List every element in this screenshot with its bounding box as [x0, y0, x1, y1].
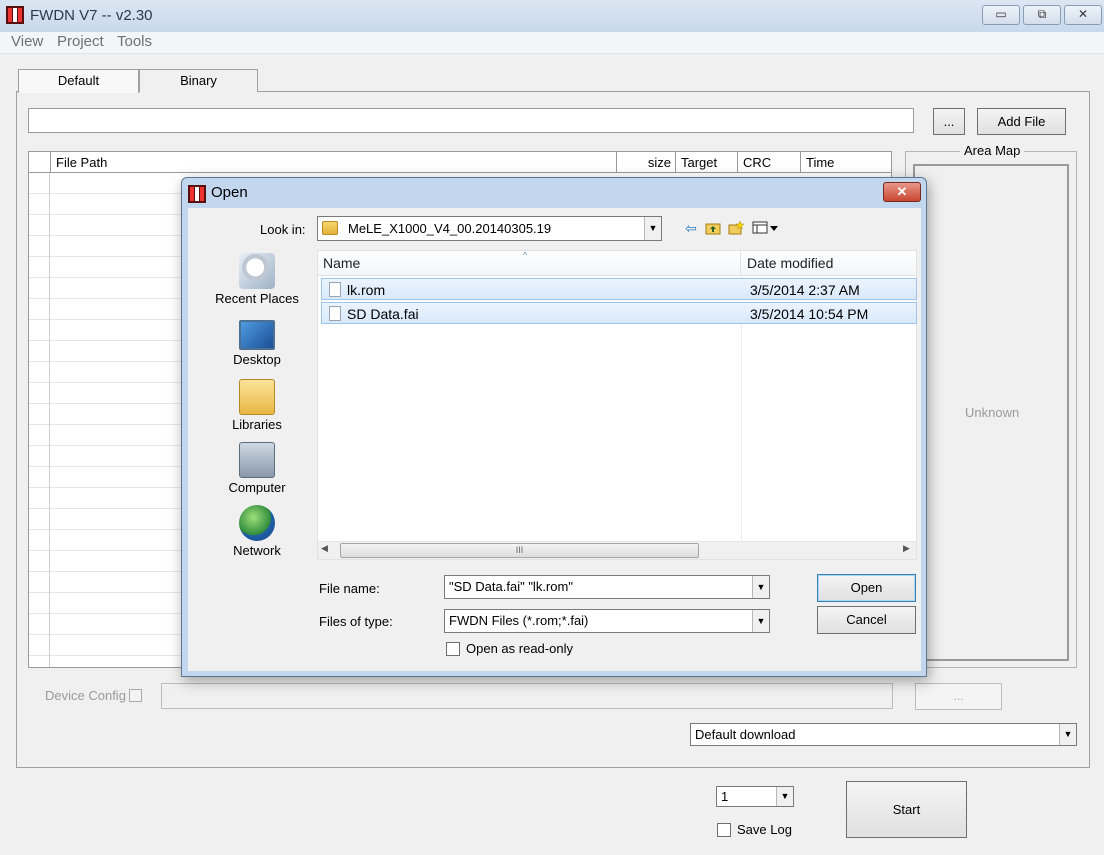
- scroll-left-icon[interactable]: ◀: [321, 543, 328, 554]
- file-list-header: Name ^ Date modified: [318, 250, 916, 276]
- file-date: 3/5/2014 10:54 PM: [750, 306, 869, 322]
- back-icon[interactable]: ⇦: [683, 220, 699, 236]
- look-in-label: Look in:: [260, 222, 306, 237]
- dialog-close-button[interactable]: ✕: [883, 182, 921, 202]
- look-in-value: MeLE_X1000_V4_00.20140305.19: [348, 221, 552, 236]
- file-path-input[interactable]: [28, 108, 914, 133]
- look-in-select[interactable]: MeLE_X1000_V4_00.20140305.19 ▼: [317, 216, 662, 241]
- chevron-down-icon[interactable]: ▼: [776, 787, 793, 806]
- device-config-label: Device Config: [45, 688, 126, 703]
- chevron-down-icon[interactable]: ▼: [1059, 724, 1076, 745]
- browse-button[interactable]: ...: [933, 108, 965, 135]
- area-map-status: Unknown: [965, 405, 1020, 420]
- chevron-down-icon[interactable]: ▼: [644, 217, 661, 240]
- dialog-app-icon: [188, 185, 206, 203]
- tab-default[interactable]: Default: [18, 69, 139, 93]
- scroll-right-icon[interactable]: ▶: [903, 543, 910, 554]
- menu-tools[interactable]: Tools: [117, 33, 152, 50]
- open-button[interactable]: Open: [817, 574, 916, 602]
- app-icon: [6, 6, 24, 24]
- place-recent-places[interactable]: Recent Places: [198, 253, 316, 306]
- view-menu-icon[interactable]: [752, 220, 782, 236]
- place-label: Network: [233, 543, 281, 558]
- save-log-label: Save Log: [737, 822, 792, 837]
- column-date-modified[interactable]: Date modified: [742, 251, 916, 276]
- device-config-checkbox[interactable]: [129, 689, 142, 702]
- file-icon: [329, 282, 341, 297]
- place-label: Desktop: [233, 352, 281, 367]
- libraries-icon: [239, 379, 275, 415]
- file-row[interactable]: SD Data.fai 3/5/2014 10:54 PM: [321, 302, 917, 324]
- file-name: SD Data.fai: [347, 306, 419, 322]
- file-name-label: File name:: [319, 581, 380, 596]
- column-time[interactable]: Time: [801, 152, 891, 173]
- area-map-title: Area Map: [960, 143, 1025, 158]
- up-folder-icon[interactable]: [705, 220, 721, 236]
- recent-places-icon: [239, 253, 275, 289]
- new-folder-icon[interactable]: [728, 220, 745, 236]
- title-bar: [0, 0, 1104, 32]
- save-log-checkbox[interactable]: [717, 823, 731, 837]
- window-title: FWDN V7 -- v2.30: [30, 7, 153, 24]
- row-header-column: [29, 173, 50, 667]
- menu-bar: [0, 32, 1104, 54]
- network-icon: [239, 505, 275, 541]
- chevron-down-icon[interactable]: ▼: [752, 576, 769, 598]
- column-file-path[interactable]: File Path: [51, 152, 617, 173]
- place-label: Libraries: [232, 417, 282, 432]
- device-config-field[interactable]: [161, 683, 893, 709]
- place-label: Computer: [228, 480, 286, 495]
- cancel-button[interactable]: Cancel: [817, 606, 916, 634]
- column-size[interactable]: size: [617, 152, 676, 173]
- computer-icon: [239, 442, 275, 478]
- file-icon: [329, 306, 341, 321]
- desktop-icon: [239, 320, 275, 350]
- scroll-grip: III: [515, 545, 524, 555]
- sort-arrow-icon: ^: [523, 250, 528, 260]
- dialog-title: Open: [211, 184, 248, 201]
- start-button[interactable]: Start: [846, 781, 967, 838]
- file-date: 3/5/2014 2:37 AM: [750, 282, 860, 298]
- place-computer[interactable]: Computer: [198, 442, 316, 495]
- chevron-down-icon[interactable]: ▼: [752, 610, 769, 632]
- place-desktop[interactable]: Desktop: [198, 316, 316, 367]
- menu-view[interactable]: View: [11, 33, 43, 50]
- places-bar: Recent Places Desktop Libraries Computer…: [198, 248, 316, 568]
- close-button[interactable]: ✕: [1064, 5, 1102, 25]
- column-target[interactable]: Target: [676, 152, 738, 173]
- open-dialog: Open ✕ Look in: MeLE_X1000_V4_00.2014030…: [181, 177, 927, 677]
- download-mode-select[interactable]: Default download ▼: [690, 723, 1077, 746]
- count-select[interactable]: 1 ▼: [716, 786, 794, 807]
- place-libraries[interactable]: Libraries: [198, 379, 316, 432]
- download-mode-value: Default download: [695, 727, 796, 742]
- file-name: lk.rom: [347, 282, 386, 298]
- file-type-select[interactable]: FWDN Files (*.rom;*.fai) ▼: [444, 609, 770, 633]
- place-network[interactable]: Network: [198, 505, 316, 558]
- read-only-label: Open as read-only: [466, 641, 573, 656]
- header-corner: [29, 152, 51, 173]
- file-name-value: "SD Data.fai" "lk.rom": [449, 579, 573, 594]
- add-file-button[interactable]: Add File: [977, 108, 1066, 135]
- column-crc[interactable]: CRC: [738, 152, 801, 173]
- tab-binary[interactable]: Binary: [139, 69, 258, 92]
- read-only-checkbox[interactable]: [446, 642, 460, 656]
- minimize-button[interactable]: ▭: [982, 5, 1020, 25]
- file-name-input[interactable]: "SD Data.fai" "lk.rom" ▼: [444, 575, 770, 599]
- folder-icon: [322, 221, 338, 235]
- device-config-browse-button[interactable]: ...: [915, 683, 1002, 710]
- file-type-value: FWDN Files (*.rom;*.fai): [449, 613, 589, 628]
- file-type-label: Files of type:: [319, 614, 393, 629]
- scroll-thumb[interactable]: III: [340, 543, 699, 558]
- place-label: Recent Places: [215, 291, 299, 306]
- file-table-header: File Path size Target CRC Time: [29, 152, 891, 173]
- column-name[interactable]: Name: [318, 251, 741, 276]
- restore-button[interactable]: ⧉: [1023, 5, 1061, 25]
- count-value: 1: [721, 789, 729, 804]
- menu-project[interactable]: Project: [57, 33, 104, 50]
- file-row[interactable]: lk.rom 3/5/2014 2:37 AM: [321, 278, 917, 300]
